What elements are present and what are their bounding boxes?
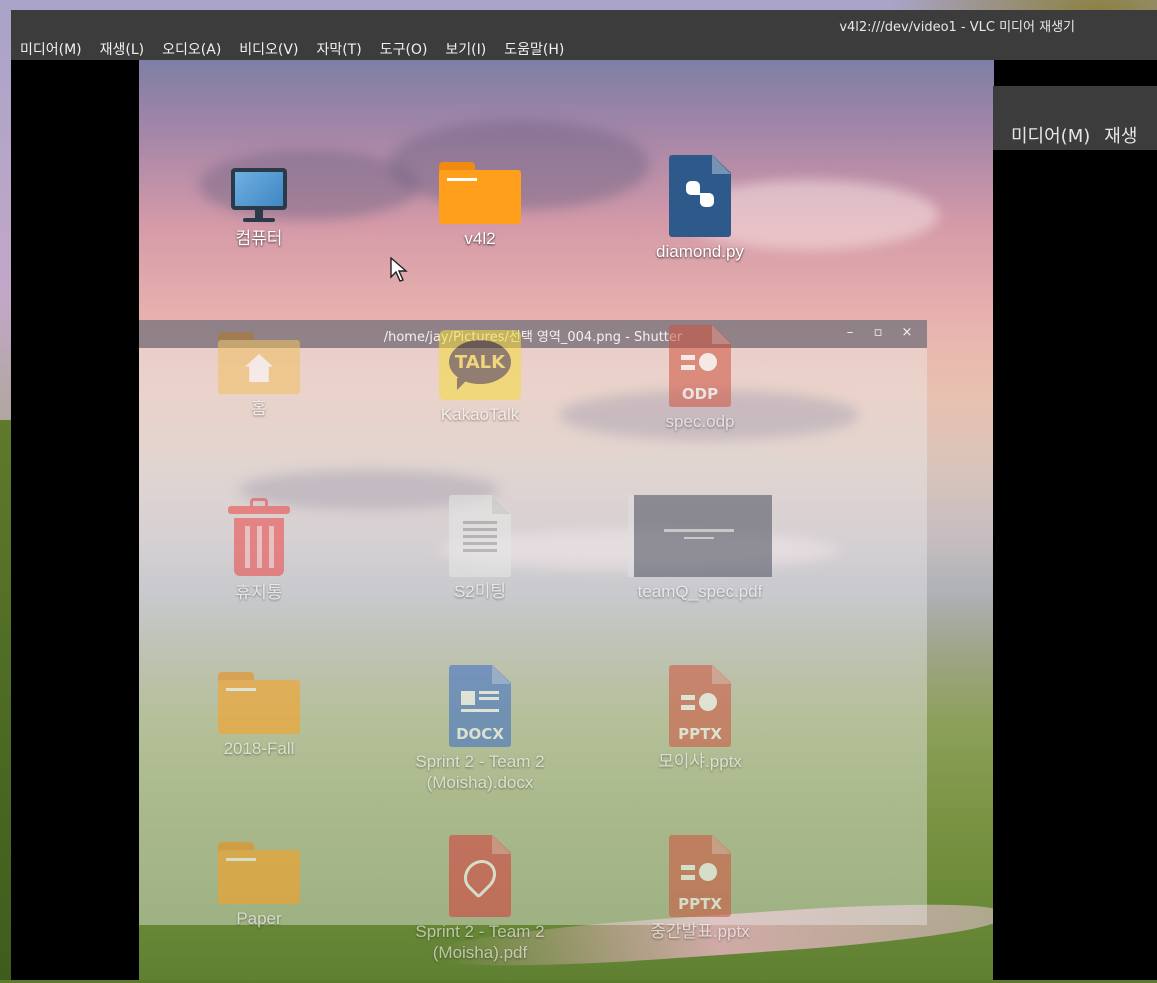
folder-icon xyxy=(218,842,300,904)
icon-label: 2018-Fall xyxy=(223,739,295,758)
minimize-button[interactable]: – xyxy=(842,325,858,341)
icon-label: 홈 xyxy=(251,399,267,418)
kakaotalk-badge: TALK xyxy=(454,352,506,373)
odp-file-icon: ODP xyxy=(669,325,731,407)
menu-media[interactable]: 미디어(M) xyxy=(1011,126,1090,147)
folder-icon xyxy=(218,672,300,734)
pdf-file-icon xyxy=(449,835,511,917)
vlc-window-secondary: 미디어(M) 재생 xyxy=(993,86,1157,980)
python-file-icon xyxy=(669,155,731,237)
menu-media[interactable]: 미디어(M) xyxy=(20,39,82,59)
kakaotalk-icon: TALK xyxy=(439,330,521,400)
odp-tag: ODP xyxy=(681,385,719,403)
text-file-icon xyxy=(449,495,511,577)
icon-label: spec.odp xyxy=(665,412,735,431)
menu-playback[interactable]: 재생 xyxy=(1104,126,1137,147)
pptx-tag: PPTX xyxy=(678,725,722,743)
icon-label-line2: (Moisha).docx xyxy=(426,773,534,792)
menu-playback[interactable]: 재생(L) xyxy=(100,39,144,59)
desktop-icon-kakaotalk[interactable]: TALK KakaoTalk xyxy=(405,330,555,425)
desktop-icon-v4l2[interactable]: v4l2 xyxy=(405,162,555,249)
desktop-icon-trash[interactable]: 휴지통 xyxy=(184,498,334,603)
icon-label-line1: Sprint 2 - Team 2 xyxy=(415,752,545,771)
docx-file-icon: DOCX xyxy=(449,665,511,747)
desktop-icon-paper[interactable]: Paper xyxy=(184,842,334,929)
desktop-icon-s2meeting[interactable]: S2미팅 xyxy=(405,495,555,602)
icon-label: KakaoTalk xyxy=(440,405,520,424)
maximize-button[interactable]: ▫ xyxy=(870,325,886,341)
monitor-icon xyxy=(229,168,289,224)
icon-label: teamQ_spec.pdf xyxy=(637,582,763,601)
vlc2-menubar: 미디어(M) 재생 xyxy=(993,86,1157,150)
desktop-icon-teamq-spec[interactable]: teamQ_spec.pdf xyxy=(625,495,775,602)
icon-label: S2미팅 xyxy=(453,582,507,601)
menu-video[interactable]: 비디오(V) xyxy=(239,39,298,59)
close-button[interactable]: × xyxy=(899,325,915,341)
vlc-menubar: 미디어(M) 재생(L) 오디오(A) 비디오(V) 자막(T) 도구(O) 보… xyxy=(11,38,1157,60)
desktop-icon-2018-fall[interactable]: 2018-Fall xyxy=(184,672,334,759)
window-title: v4l2:///dev/video1 - VLC 미디어 재생기 xyxy=(839,20,1075,35)
icon-label: v4l2 xyxy=(464,229,496,248)
icon-label: 모이샤.pptx xyxy=(658,752,742,771)
desktop-icon-computer[interactable]: 컴퓨터 xyxy=(184,168,334,249)
desktop-icon-home[interactable]: 홈 xyxy=(184,332,334,419)
menu-subtitle[interactable]: 자막(T) xyxy=(316,39,361,59)
desktop-icon-moisha-pptx[interactable]: PPTX 모이샤.pptx xyxy=(625,665,775,772)
icon-label: 컴퓨터 xyxy=(235,229,283,248)
vlc-window: v4l2:///dev/video1 - VLC 미디어 재생기 미디어(M) … xyxy=(11,10,1157,980)
docx-tag: DOCX xyxy=(456,725,504,743)
icon-label: diamond.py xyxy=(656,242,744,261)
icon-label: Paper xyxy=(236,909,282,928)
menu-help[interactable]: 도움말(H) xyxy=(504,39,564,59)
pdf-thumbnail-icon xyxy=(628,495,772,577)
desktop-icon-spec-odp[interactable]: ODP spec.odp xyxy=(625,325,775,432)
icon-label-line2: (Moisha).pdf xyxy=(432,943,528,962)
folder-icon xyxy=(439,162,521,224)
menu-audio[interactable]: 오디오(A) xyxy=(162,39,221,59)
vlc-titlebar[interactable]: v4l2:///dev/video1 - VLC 미디어 재생기 xyxy=(11,10,1157,38)
icon-label: 중간발표.pptx xyxy=(650,922,750,941)
menu-view[interactable]: 보기(I) xyxy=(445,39,486,59)
icon-label-line1: Sprint 2 - Team 2 xyxy=(415,922,545,941)
trash-icon xyxy=(228,498,290,578)
desktop-icon-sprint-pdf[interactable]: Sprint 2 - Team 2 (Moisha).pdf xyxy=(405,835,555,963)
icon-label: 휴지통 xyxy=(235,583,283,602)
desktop-icon-mid-pptx[interactable]: PPTX 중간발표.pptx xyxy=(625,835,775,942)
mouse-cursor-icon xyxy=(390,257,408,282)
desktop-icon-sprint-docx[interactable]: DOCX Sprint 2 - Team 2 (Moisha).docx xyxy=(405,665,555,793)
menu-tools[interactable]: 도구(O) xyxy=(380,39,428,59)
video-output[interactable]: /home/jay/Pictures/선택 영역_004.png - Shutt… xyxy=(139,60,994,980)
desktop-icon-diamond-py[interactable]: diamond.py xyxy=(625,155,775,262)
pptx-file-icon: PPTX xyxy=(669,665,731,747)
home-folder-icon xyxy=(218,332,300,394)
pptx-tag: PPTX xyxy=(678,895,722,913)
pptx-file-icon: PPTX xyxy=(669,835,731,917)
